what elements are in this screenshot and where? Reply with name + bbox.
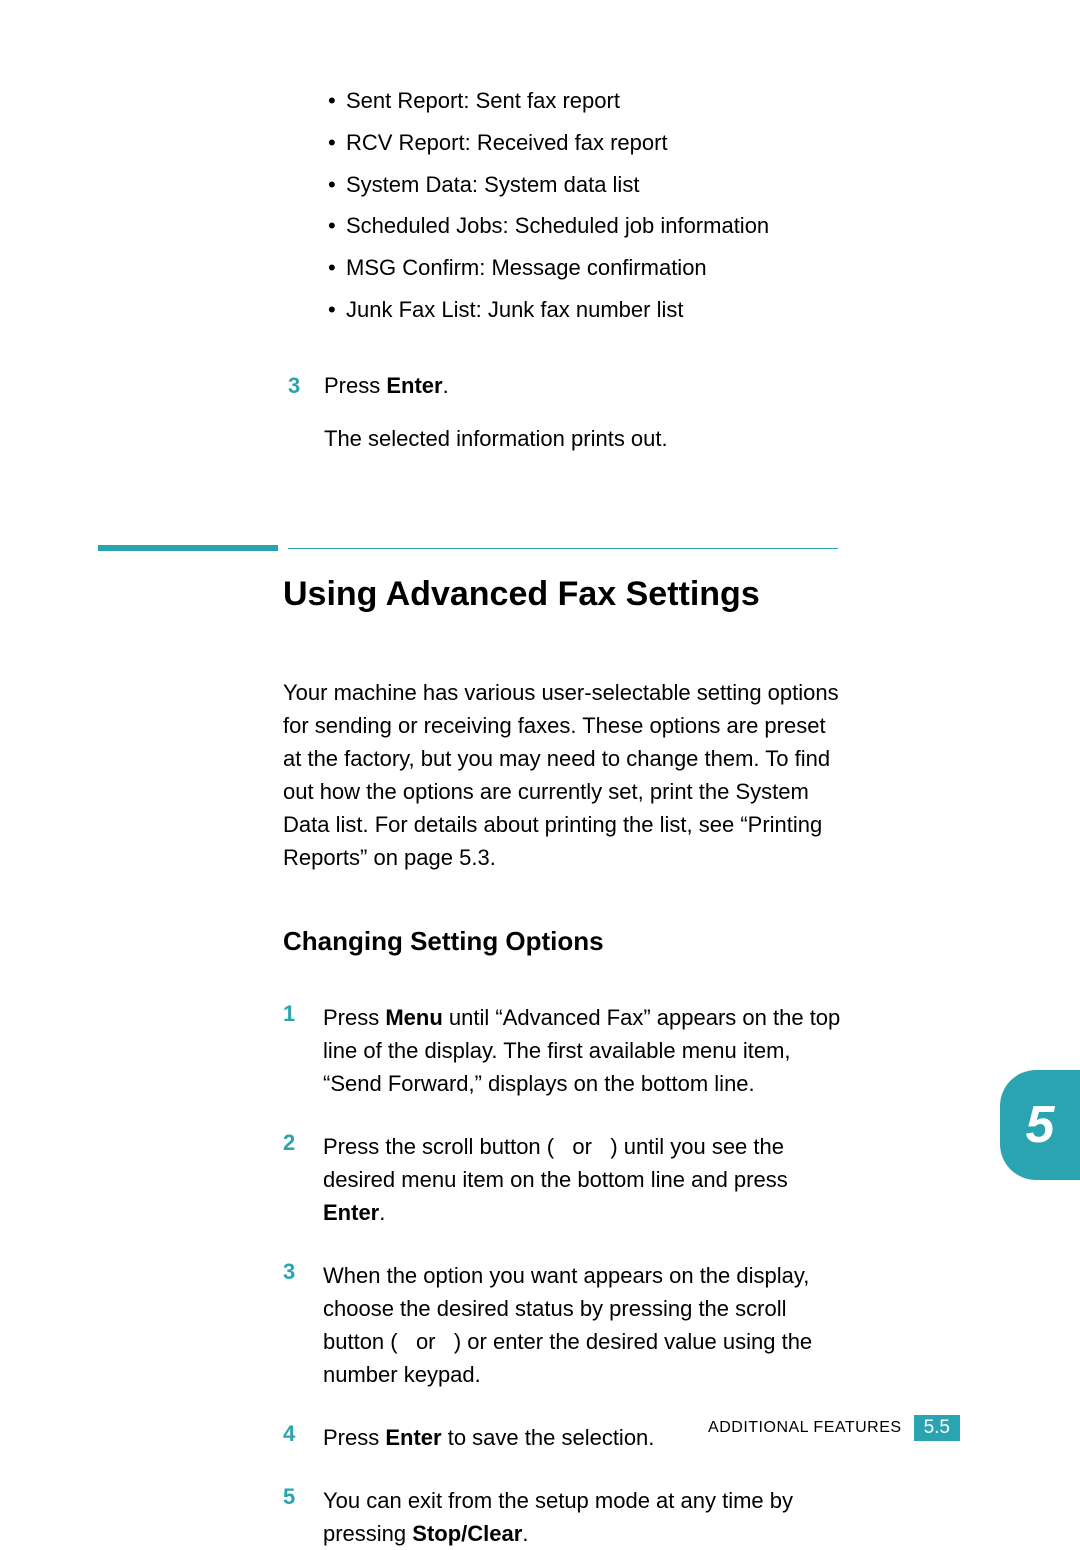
list-text: RCV Report: Received fax report (346, 122, 668, 164)
step-text: Press Menu until “Advanced Fax” appears … (323, 1001, 853, 1100)
step-3-top: 3 Press Enter. (288, 369, 962, 402)
step-text: You can exit from the setup mode at any … (323, 1484, 853, 1550)
bold-text: Enter (323, 1200, 379, 1225)
text: Press (324, 373, 386, 398)
chapter-tab: 5 (1000, 1070, 1080, 1180)
text: . (522, 1521, 528, 1546)
list-text: Scheduled Jobs: Scheduled job informatio… (346, 205, 769, 247)
bullet-dot: • (328, 205, 346, 247)
list-item: • RCV Report: Received fax report (328, 122, 962, 164)
step-number: 1 (283, 1001, 323, 1027)
step-1: 1 Press Menu until “Advanced Fax” appear… (283, 1001, 853, 1100)
step-number: 4 (283, 1421, 323, 1447)
step-text: Press the scroll button ( or ) until you… (323, 1130, 853, 1229)
text: to save the selection. (442, 1425, 655, 1450)
text: . (379, 1200, 385, 1225)
bold-text: Stop/Clear (412, 1521, 522, 1546)
list-text: Junk Fax List: Junk fax number list (346, 289, 683, 331)
content-area: • Sent Report: Sent fax report • RCV Rep… (118, 80, 962, 1550)
bullet-dot: • (328, 80, 346, 122)
top-step-block: 3 Press Enter. The selected information … (288, 369, 962, 455)
chapter-number: 5 (1026, 1095, 1055, 1155)
bullet-dot: • (328, 289, 346, 331)
list-item: • Sent Report: Sent fax report (328, 80, 962, 122)
list-item: • System Data: System data list (328, 164, 962, 206)
text: Press (323, 1005, 385, 1030)
intro-paragraph: Your machine has various user-selectable… (283, 676, 843, 874)
page-footer: ADDITIONAL FEATURES 5.5 (708, 1415, 960, 1441)
list-item: • Scheduled Jobs: Scheduled job informat… (328, 205, 962, 247)
bullet-dot: • (328, 247, 346, 289)
steps-list: 1 Press Menu until “Advanced Fax” appear… (283, 1001, 853, 1550)
step-number: 2 (283, 1130, 323, 1156)
step-number: 5 (283, 1484, 323, 1510)
step-number: 3 (283, 1259, 323, 1285)
step-followup: The selected information prints out. (324, 422, 962, 455)
page: • Sent Report: Sent fax report • RCV Rep… (0, 0, 1080, 1523)
list-item: • MSG Confirm: Message confirmation (328, 247, 962, 289)
text: You can exit from the setup mode at any … (323, 1488, 793, 1546)
footer-label: ADDITIONAL FEATURES (708, 1419, 902, 1437)
bullet-dot: • (328, 122, 346, 164)
step-3: 3 When the option you want appears on th… (283, 1259, 853, 1391)
section-divider (98, 545, 838, 551)
bullet-dot: • (328, 164, 346, 206)
section-title: Using Advanced Fax Settings (283, 575, 962, 614)
text: Press the scroll button ( or ) until you… (323, 1134, 788, 1192)
step-text: Press Enter. (324, 369, 449, 402)
footer-page-number: 5.5 (914, 1415, 960, 1441)
text: When the option you want appears on the … (323, 1263, 812, 1387)
step-2: 2 Press the scroll button ( or ) until y… (283, 1130, 853, 1229)
bold-text: Enter (386, 373, 442, 398)
text: Press (323, 1425, 385, 1450)
step-number: 3 (288, 373, 324, 399)
step-5: 5 You can exit from the setup mode at an… (283, 1484, 853, 1550)
list-text: System Data: System data list (346, 164, 639, 206)
list-text: Sent Report: Sent fax report (346, 80, 620, 122)
subheading: Changing Setting Options (283, 926, 962, 957)
text: . (443, 373, 449, 398)
divider-accent (98, 545, 278, 551)
step-text: Press Enter to save the selection. (323, 1421, 654, 1454)
step-text: When the option you want appears on the … (323, 1259, 853, 1391)
bullet-list: • Sent Report: Sent fax report • RCV Rep… (328, 80, 962, 331)
bold-text: Menu (385, 1005, 442, 1030)
list-item: • Junk Fax List: Junk fax number list (328, 289, 962, 331)
list-text: MSG Confirm: Message confirmation (346, 247, 707, 289)
divider-line (288, 548, 838, 549)
bold-text: Enter (385, 1425, 441, 1450)
